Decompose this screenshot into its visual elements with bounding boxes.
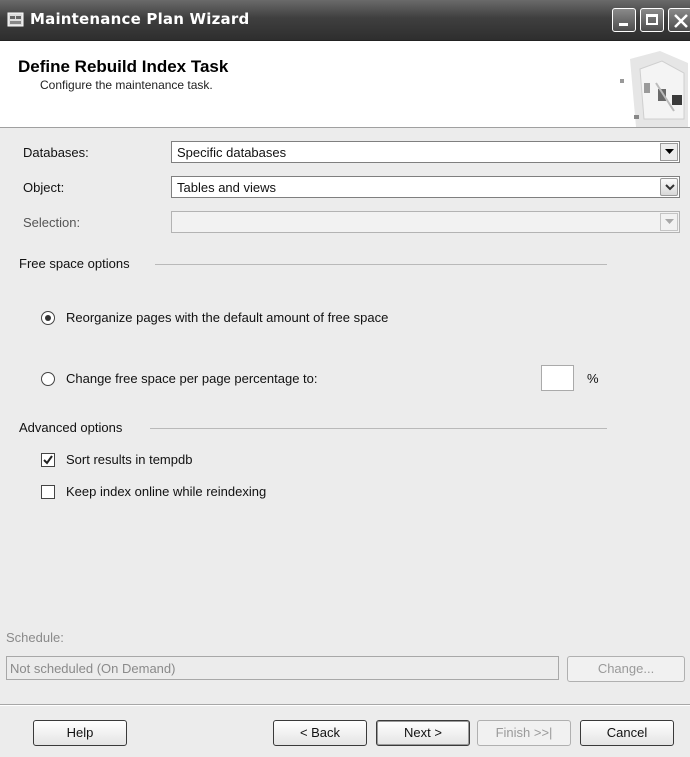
checkmark-icon [43, 455, 53, 465]
change-free-space-radio-label[interactable]: Change free space per page percentage to… [66, 371, 318, 386]
object-dropdown-button[interactable] [660, 178, 678, 196]
close-button[interactable] [668, 8, 690, 32]
wizard-header: Define Rebuild Index Task Configure the … [0, 41, 690, 128]
reorganize-radio[interactable] [41, 311, 55, 325]
free-space-percent-input[interactable] [541, 365, 574, 391]
databases-label: Databases: [23, 145, 89, 160]
keep-index-online-checkbox[interactable] [41, 485, 55, 499]
change-schedule-button[interactable]: Change... [567, 656, 685, 682]
selection-dropdown-button[interactable] [660, 213, 678, 231]
keep-index-online-label[interactable]: Keep index online while reindexing [66, 484, 266, 499]
close-icon [674, 14, 688, 28]
chevron-down-icon [665, 149, 674, 154]
finish-button[interactable]: Finish >>| [477, 720, 571, 746]
free-space-divider [155, 264, 607, 265]
object-value: Tables and views [177, 180, 276, 195]
schedule-label: Schedule: [6, 630, 64, 645]
advanced-divider [150, 428, 607, 429]
free-space-group-title: Free space options [19, 256, 136, 271]
databases-value: Specific databases [177, 145, 287, 160]
change-free-space-radio[interactable] [41, 372, 55, 386]
footer-divider-highlight [0, 705, 690, 706]
sort-in-tempdb-label[interactable]: Sort results in tempdb [66, 452, 192, 467]
minimize-button[interactable] [612, 8, 636, 32]
databases-combobox[interactable]: Specific databases [171, 141, 680, 163]
back-button[interactable]: < Back [273, 720, 367, 746]
selection-combobox[interactable] [171, 211, 680, 233]
databases-dropdown-button[interactable] [660, 143, 678, 161]
maximize-button[interactable] [640, 8, 664, 32]
object-label: Object: [23, 180, 65, 195]
wizard-graphic-icon [620, 51, 688, 127]
maintenance-plan-wizard-window: Maintenance Plan Wizard Define Rebuild I… [0, 0, 690, 757]
percent-sign: % [587, 371, 599, 386]
page-subtitle: Configure the maintenance task. [40, 78, 213, 92]
sort-in-tempdb-checkbox[interactable] [41, 453, 55, 467]
chevron-down-icon [665, 184, 675, 191]
selection-label: Selection: [23, 215, 81, 230]
help-button[interactable]: Help [33, 720, 127, 746]
advanced-group-title: Advanced options [19, 420, 129, 435]
next-button[interactable]: Next > [376, 720, 470, 746]
page-title: Define Rebuild Index Task [18, 57, 229, 76]
schedule-field: Not scheduled (On Demand) [6, 656, 559, 680]
app-icon [7, 12, 25, 28]
title-bar[interactable]: Maintenance Plan Wizard [0, 0, 690, 41]
chevron-down-icon [665, 219, 674, 224]
window-title: Maintenance Plan Wizard [30, 10, 250, 28]
object-combobox[interactable]: Tables and views [171, 176, 680, 198]
cancel-button[interactable]: Cancel [580, 720, 674, 746]
reorganize-radio-label[interactable]: Reorganize pages with the default amount… [66, 310, 388, 325]
